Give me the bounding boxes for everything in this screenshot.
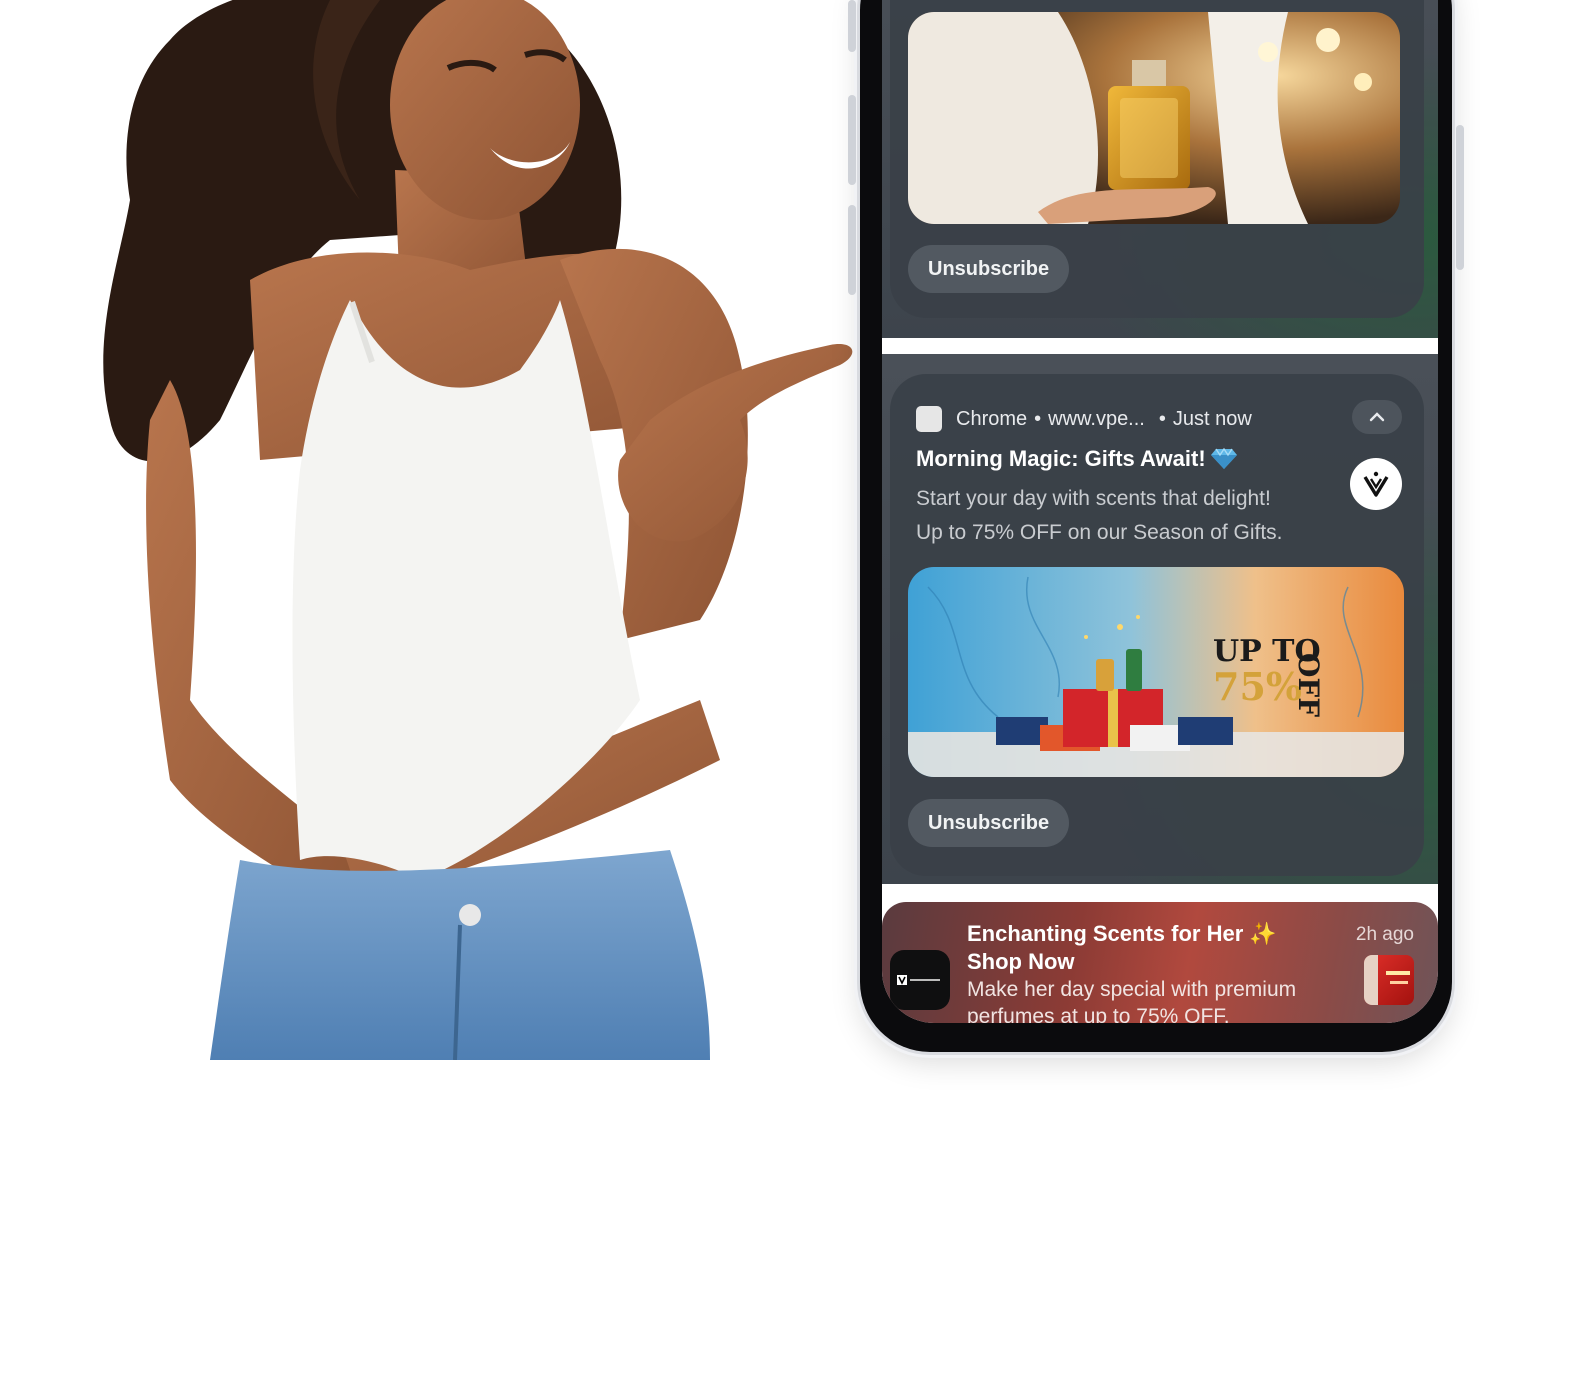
bottom-notification-thumbnail bbox=[1364, 955, 1414, 1005]
bottom-notification-title: Enchanting Scents for Her ✨ Shop Now bbox=[967, 920, 1327, 976]
gift-promo-banner: UP TO 75% OFF bbox=[908, 567, 1404, 777]
notification-body-line-1: Start your day with scents that delight! bbox=[916, 487, 1271, 510]
phone-device: Unsubscribe Chrome • www.vpe... • Just n… bbox=[848, 0, 1464, 1052]
notification-card-top: Unsubscribe bbox=[882, 0, 1438, 338]
app-icon-vperfumes bbox=[890, 950, 950, 1010]
notification-title-text: Morning Magic: Gifts Await! bbox=[916, 446, 1206, 471]
phone-screen: Unsubscribe Chrome • www.vpe... • Just n… bbox=[882, 0, 1438, 1023]
phone-volume-down bbox=[848, 205, 856, 295]
header-separator-2: • bbox=[1158, 407, 1166, 430]
notification-divider bbox=[882, 340, 1438, 354]
chrome-app-icon bbox=[916, 406, 942, 432]
chevron-up-icon bbox=[1369, 412, 1385, 422]
phone-silent-switch bbox=[848, 0, 856, 52]
bottom-notification-body: Make her day special with premium perfum… bbox=[967, 978, 1297, 1023]
banner-off-text: OFF bbox=[1292, 653, 1325, 718]
notification-body: Start your day with scents that delight!… bbox=[916, 482, 1336, 550]
phone-power-button bbox=[1456, 125, 1464, 270]
unsubscribe-button-top[interactable]: Unsubscribe bbox=[908, 245, 1070, 293]
diamond-icon bbox=[1210, 447, 1237, 469]
phone-volume-up bbox=[848, 95, 856, 185]
brand-v-icon bbox=[1363, 471, 1389, 497]
banner-percent-text: 75% bbox=[1213, 664, 1302, 709]
notification-time: Just now bbox=[1172, 407, 1252, 430]
notification-body-line-2: Up to 75% OFF on our Season of Gifts. bbox=[916, 521, 1283, 544]
bottom-title-line-2: Shop Now bbox=[967, 949, 1075, 974]
notification-site: www.vpe... bbox=[1048, 407, 1145, 430]
notification-app-name: Chrome bbox=[956, 407, 1028, 430]
bottom-title-line-1: Enchanting Scents for Her ✨ bbox=[967, 921, 1277, 946]
notification-card-bottom[interactable]: Enchanting Scents for Her ✨ Shop Now 2h … bbox=[882, 902, 1438, 1023]
notification-header: Chrome • www.vpe... • Just now bbox=[916, 404, 1252, 434]
brand-logo bbox=[1350, 458, 1402, 510]
woman-pointing-photo bbox=[103, 0, 853, 1060]
collapse-button[interactable] bbox=[1352, 400, 1402, 434]
unsubscribe-button-main[interactable]: Unsubscribe bbox=[908, 799, 1070, 847]
header-separator: • bbox=[1034, 407, 1042, 430]
marketing-visual: Unsubscribe Chrome • www.vpe... • Just n… bbox=[0, 0, 1575, 1400]
bottom-notification-time: 2h ago bbox=[1355, 924, 1414, 945]
perfume-hand-image bbox=[908, 12, 1400, 224]
notification-title: Morning Magic: Gifts Await! bbox=[916, 446, 1238, 472]
notification-card-main: Chrome • www.vpe... • Just now Morning M… bbox=[882, 354, 1438, 884]
